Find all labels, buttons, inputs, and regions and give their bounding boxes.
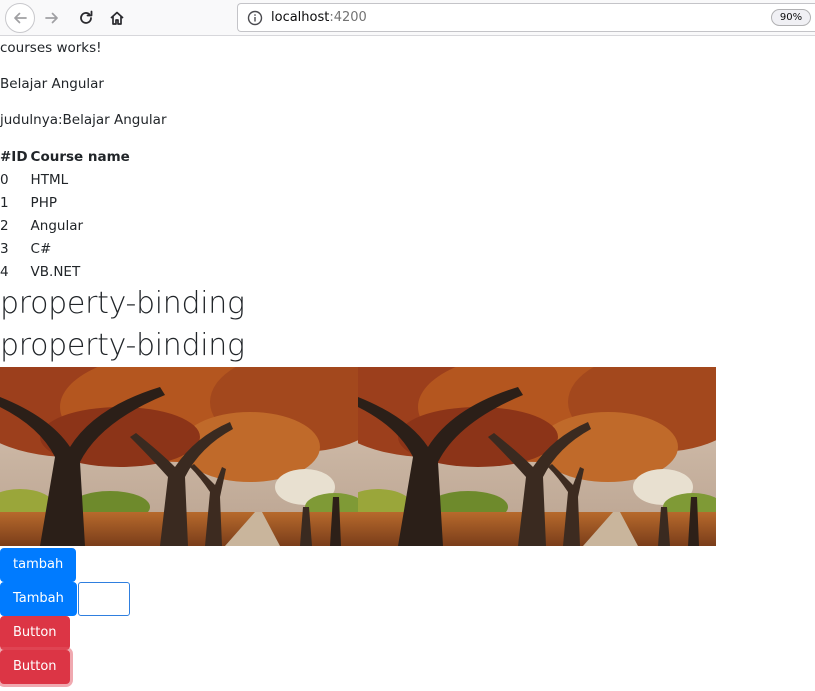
header-id: #ID <box>0 149 28 165</box>
row-id: 2 <box>0 217 9 234</box>
zoom-badge[interactable]: 90% <box>771 9 811 26</box>
property-binding-heading: property-binding <box>0 286 245 321</box>
property-binding-heading: property-binding <box>0 328 245 363</box>
reload-button[interactable] <box>71 3 101 33</box>
courses-works-text: courses works! <box>0 40 102 56</box>
row-id: 4 <box>0 263 9 280</box>
autumn-trees-image <box>0 367 358 546</box>
row-course-name: VB.NET <box>30 263 81 280</box>
table-row: 2 Angular <box>0 214 133 237</box>
row-course-name: HTML <box>30 171 69 188</box>
forward-arrow-icon <box>45 12 58 24</box>
row-id: 3 <box>0 240 9 257</box>
reload-icon <box>80 10 93 24</box>
url-host: localhost <box>271 10 330 25</box>
back-arrow-icon <box>14 12 27 24</box>
row-id: 1 <box>0 194 9 211</box>
browser-toolbar: localhost:4200 90% <box>0 0 815 36</box>
home-icon <box>110 11 124 25</box>
course-input[interactable] <box>77 582 130 616</box>
row-course-name: C# <box>30 240 52 257</box>
tambah-row-2: Tambah <box>0 582 815 616</box>
table-row: 3 C# <box>0 237 133 260</box>
table-row: 0 HTML <box>0 168 133 191</box>
url-port: :4200 <box>329 10 367 25</box>
page-content: courses works! Belajar Angular judulnya:… <box>0 37 815 691</box>
button-row-2: Button <box>0 650 815 684</box>
tambah-row-1: tambah <box>0 548 815 582</box>
table-row: 4 VB.NET <box>0 260 133 283</box>
page-title: Belajar Angular <box>0 76 104 92</box>
info-icon[interactable] <box>247 10 263 26</box>
tambah-button[interactable]: tambah <box>0 548 77 582</box>
home-button[interactable] <box>102 3 132 33</box>
row-course-name: Angular <box>30 217 84 234</box>
url-bar[interactable]: localhost:4200 90% <box>237 3 815 32</box>
row-course-name: PHP <box>30 194 57 211</box>
button-row-1: Button <box>0 616 815 650</box>
table-header-row: #ID Course name <box>0 146 133 168</box>
back-button[interactable] <box>5 3 35 33</box>
image-row <box>0 367 716 546</box>
header-course-name: Course name <box>30 149 130 165</box>
url-text[interactable]: localhost:4200 <box>271 9 367 27</box>
forward-button[interactable] <box>37 3 67 33</box>
row-id: 0 <box>0 171 9 188</box>
tambah-submit-button[interactable]: Tambah <box>0 582 77 616</box>
table-row: 1 PHP <box>0 191 133 214</box>
judul-text: judulnya:Belajar Angular <box>0 112 167 128</box>
danger-button-1[interactable]: Button <box>0 616 70 650</box>
danger-button-2[interactable]: Button <box>0 650 70 684</box>
course-table: #ID Course name 0 HTML 1 PHP 2 Angular 3… <box>0 146 133 283</box>
autumn-trees-image <box>358 367 716 546</box>
